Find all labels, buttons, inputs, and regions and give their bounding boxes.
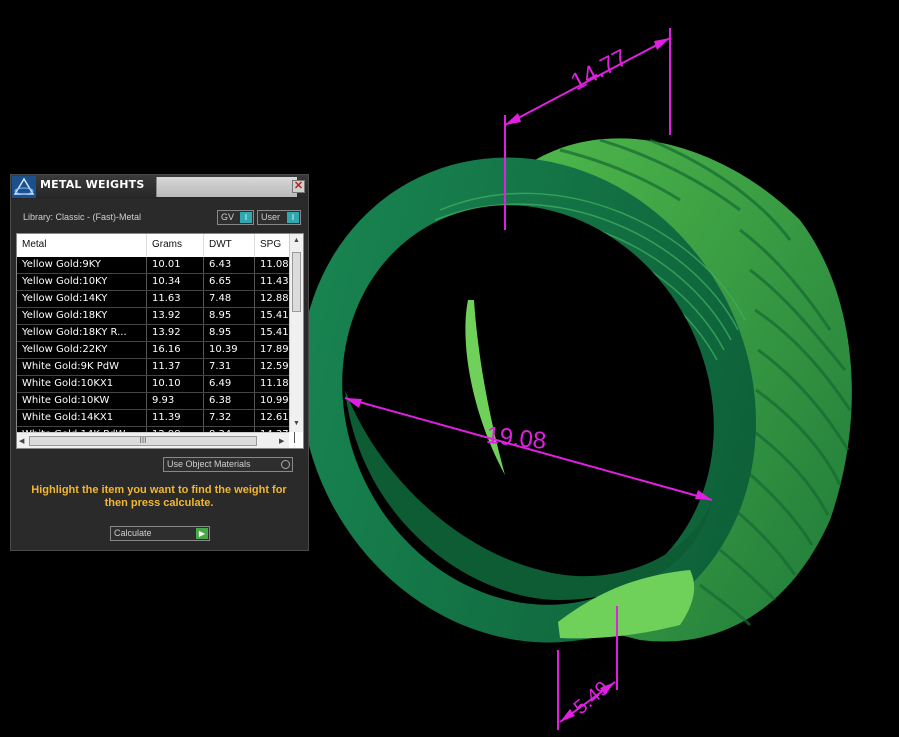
vertical-scrollbar[interactable]: ▲ ▼ — [289, 234, 303, 432]
cell-metal: White Gold:14KX1 — [17, 410, 147, 426]
cell-metal: Yellow Gold:18KY — [17, 308, 147, 324]
cell-grams: 16.16 — [147, 342, 204, 358]
close-button[interactable]: ✕ — [292, 180, 305, 193]
cell-grams: 9.93 — [147, 393, 204, 409]
table-row[interactable]: Yellow Gold:18KY 13.92 8.95 15.41 — [17, 308, 295, 325]
cell-grams: 13.92 — [147, 308, 204, 324]
horizontal-scroll-thumb[interactable]: III — [29, 436, 257, 446]
scroll-right-icon[interactable]: ▶ — [279, 437, 284, 445]
cell-dwt: 10.39 — [204, 342, 255, 358]
table-row[interactable]: White Gold:14KX1 11.39 7.32 12.61 — [17, 410, 295, 427]
ring-model — [300, 138, 852, 643]
cell-dwt: 8.95 — [204, 308, 255, 324]
cell-metal: Yellow Gold:10KY — [17, 274, 147, 290]
table-row[interactable]: White Gold:10KW 9.93 6.38 10.99 — [17, 393, 295, 410]
table-body: Yellow Gold:9KY 10.01 6.43 11.08 Yellow Gol… — [17, 257, 295, 444]
column-header-dwt[interactable]: DWT — [204, 234, 255, 256]
metal-weights-panel: METAL WEIGHTS ✕ Library: Classic - (Fast… — [10, 174, 309, 551]
toggle-indicator-icon: I — [240, 212, 252, 223]
table-row[interactable]: White Gold:9K PdW 11.37 7.31 12.59 — [17, 359, 295, 376]
scroll-left-icon[interactable]: ◀ — [19, 437, 24, 445]
calculate-label: Calculate — [114, 528, 152, 538]
table-row[interactable]: Yellow Gold:18KY R... 13.92 8.95 15.41 — [17, 325, 295, 342]
title-bar-drag-area[interactable] — [156, 177, 297, 197]
cell-grams: 10.34 — [147, 274, 204, 290]
grip-icon: III — [139, 436, 147, 445]
cell-grams: 11.63 — [147, 291, 204, 307]
cell-grams: 13.92 — [147, 325, 204, 341]
cell-metal: White Gold:10KW — [17, 393, 147, 409]
cell-dwt: 6.43 — [204, 257, 255, 273]
vertical-scroll-thumb[interactable] — [292, 252, 301, 312]
scroll-up-icon[interactable]: ▲ — [293, 237, 300, 244]
dimension-width-label: 14.77 — [566, 44, 632, 96]
user-toggle-label: User — [261, 212, 281, 222]
use-object-materials-label: Use Object Materials — [167, 459, 251, 469]
table-row[interactable]: Yellow Gold:14KY 11.63 7.48 12.88 — [17, 291, 295, 308]
cell-metal: White Gold:9K PdW — [17, 359, 147, 375]
close-icon: ✕ — [293, 180, 304, 192]
table-row[interactable]: Yellow Gold:10KY 10.34 6.65 11.43 — [17, 274, 295, 291]
table-header: Metal Grams DWT SPG — [17, 234, 295, 256]
cell-dwt: 8.95 — [204, 325, 255, 341]
cell-dwt: 7.48 — [204, 291, 255, 307]
cell-metal: Yellow Gold:14KY — [17, 291, 147, 307]
cell-grams: 10.10 — [147, 376, 204, 392]
scroll-down-icon[interactable]: ▼ — [293, 420, 300, 427]
use-object-materials-toggle[interactable]: Use Object Materials — [163, 457, 293, 472]
cell-grams: 11.39 — [147, 410, 204, 426]
cell-metal: Yellow Gold:9KY — [17, 257, 147, 273]
gv-toggle-label: GV — [221, 212, 235, 222]
library-label: Library: Classic - (Fast)-Metal — [23, 212, 142, 222]
cell-dwt: 7.32 — [204, 410, 255, 426]
toggle-knob-icon — [281, 460, 290, 469]
cell-grams: 10.01 — [147, 257, 204, 273]
column-header-grams[interactable]: Grams — [147, 234, 204, 256]
cell-dwt: 6.38 — [204, 393, 255, 409]
horizontal-scrollbar[interactable]: ◀ III ▶ — [17, 432, 289, 448]
table-row[interactable]: White Gold:10KX1 10.10 6.49 11.18 — [17, 376, 295, 393]
cell-metal: Yellow Gold:22KY — [17, 342, 147, 358]
toggle-indicator-icon: I — [287, 212, 299, 223]
cell-dwt: 7.31 — [204, 359, 255, 375]
gv-toggle[interactable]: GV I — [217, 210, 254, 225]
play-icon: ▶ — [196, 528, 208, 539]
panel-title-bar[interactable]: METAL WEIGHTS ✕ — [11, 175, 308, 199]
dimension-bottom-label: 5.49 — [570, 677, 614, 719]
table-row[interactable]: Yellow Gold:22KY 16.16 10.39 17.89 — [17, 342, 295, 359]
metal-weights-app-icon — [12, 176, 36, 198]
cell-metal: Yellow Gold:18KY R... — [17, 325, 147, 341]
user-toggle[interactable]: User I — [257, 210, 301, 225]
cell-metal: White Gold:10KX1 — [17, 376, 147, 392]
calculate-button[interactable]: Calculate ▶ — [110, 526, 210, 541]
cell-grams: 11.37 — [147, 359, 204, 375]
cell-dwt: 6.49 — [204, 376, 255, 392]
column-header-metal[interactable]: Metal — [17, 234, 147, 256]
metal-table: Metal Grams DWT SPG Yellow Gold:9KY 10.01… — [16, 233, 304, 449]
instructions-text: Highlight the item you want to find the … — [31, 484, 287, 509]
table-row[interactable]: Yellow Gold:9KY 10.01 6.43 11.08 — [17, 257, 295, 274]
cell-dwt: 6.65 — [204, 274, 255, 290]
panel-title: METAL WEIGHTS — [40, 178, 145, 191]
